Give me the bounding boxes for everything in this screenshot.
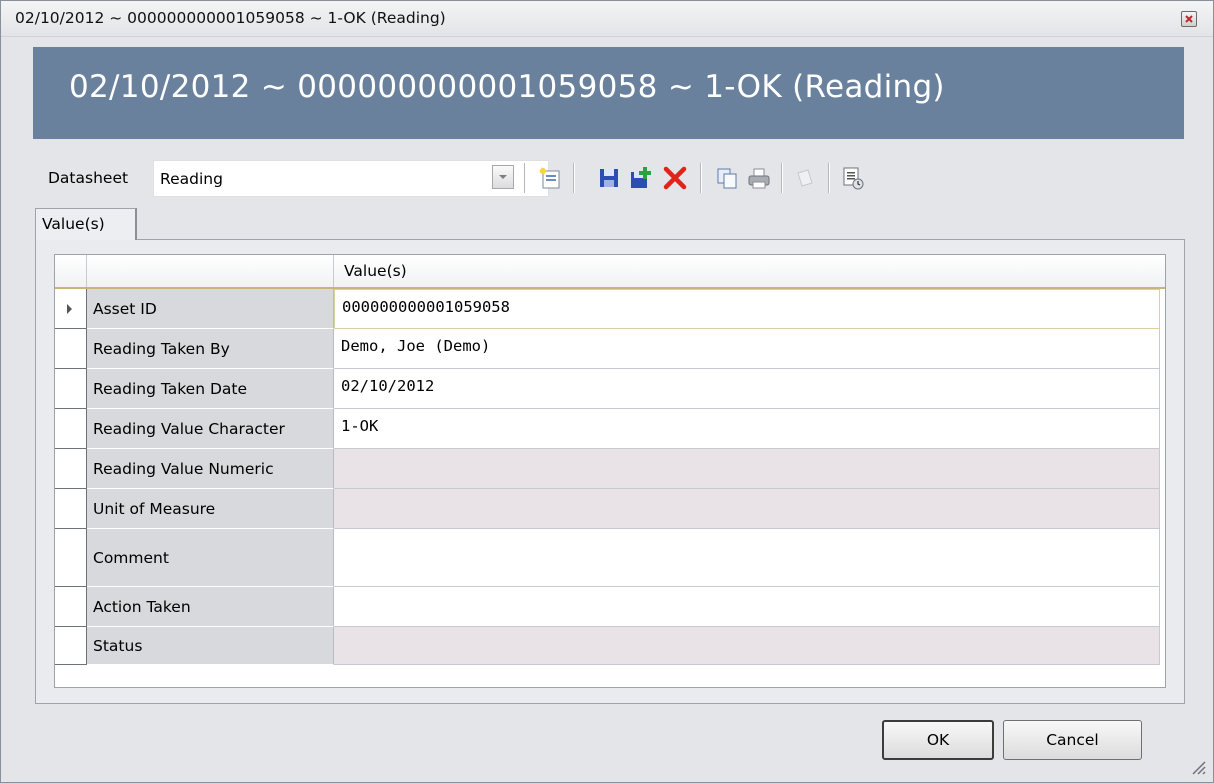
row-label: Reading Value Character <box>87 409 334 449</box>
toolbar-separator <box>828 163 829 193</box>
toolbar-separator <box>781 163 782 193</box>
row-selector[interactable] <box>55 587 87 627</box>
chevron-down-icon <box>499 175 507 179</box>
unit-of-measure-field[interactable] <box>334 489 1160 529</box>
datasheet-label: Datasheet <box>48 169 129 187</box>
datasheet-toolbar: Datasheet Reading <box>37 159 1187 199</box>
new-record-icon <box>539 167 560 189</box>
row-label: Status <box>87 627 334 665</box>
grid-header: Value(s) <box>55 255 1165 289</box>
header-values-cell[interactable]: Value(s) <box>334 255 1165 287</box>
grid-row-action-taken[interactable]: Action Taken <box>55 587 1165 627</box>
row-selector[interactable] <box>55 489 87 529</box>
toolbar-separator <box>524 163 525 193</box>
header-label-cell <box>87 255 334 287</box>
ok-button[interactable]: OK <box>882 720 994 760</box>
copy-button[interactable] <box>713 164 741 192</box>
row-selector[interactable] <box>55 627 87 665</box>
reading-value-character-field[interactable]: 1-OK <box>334 409 1160 449</box>
delete-button[interactable] <box>661 164 689 192</box>
row-label: Asset ID <box>87 289 334 329</box>
values-grid: Value(s) Asset ID 000000000001059058 Rea… <box>54 254 1166 688</box>
save-and-new-button[interactable] <box>627 164 655 192</box>
reports-button[interactable] <box>839 164 867 192</box>
window-title: 02/10/2012 ~ 000000000001059058 ~ 1-OK (… <box>15 9 446 27</box>
grid-row-reading-value-character[interactable]: Reading Value Character 1-OK <box>55 409 1165 449</box>
row-label: Action Taken <box>87 587 334 627</box>
row-label: Reading Taken By <box>87 329 334 369</box>
reports-icon <box>843 167 864 190</box>
row-selector[interactable] <box>55 369 87 409</box>
row-selector[interactable] <box>55 329 87 369</box>
save-button[interactable] <box>595 164 623 192</box>
reading-value-numeric-field[interactable] <box>334 449 1160 489</box>
cancel-button[interactable]: Cancel <box>1003 720 1142 760</box>
grid-row-reading-value-numeric[interactable]: Reading Value Numeric <box>55 449 1165 489</box>
print-icon <box>748 168 770 189</box>
disabled-toolbar-button[interactable] <box>791 164 819 192</box>
comment-field[interactable] <box>334 529 1160 587</box>
row-label: Reading Taken Date <box>87 369 334 409</box>
new-record-button[interactable] <box>536 164 564 192</box>
header-selector-cell <box>55 255 87 287</box>
row-selector[interactable] <box>55 409 87 449</box>
save-and-new-icon <box>631 167 651 188</box>
row-label: Unit of Measure <box>87 489 334 529</box>
row-label: Reading Value Numeric <box>87 449 334 489</box>
grid-row-reading-taken-date[interactable]: Reading Taken Date 02/10/2012 <box>55 369 1165 409</box>
toolbar-separator <box>573 163 574 193</box>
close-icon <box>1185 15 1193 23</box>
datasheet-dropdown-button[interactable] <box>492 165 514 189</box>
current-row-arrow-icon <box>67 304 72 314</box>
tab-label: Value(s) <box>42 215 105 233</box>
tab-values[interactable]: Value(s) <box>35 208 137 241</box>
resize-grip-icon[interactable] <box>1187 756 1207 776</box>
save-icon <box>600 169 618 187</box>
disabled-item-icon <box>797 169 813 187</box>
datasheet-selected-value: Reading <box>160 170 223 188</box>
print-button[interactable] <box>745 164 773 192</box>
record-title: 02/10/2012 ~ 000000000001059058 ~ 1-OK (… <box>69 69 945 105</box>
tab-panel: Value(s) Asset ID 000000000001059058 Rea… <box>35 240 1185 704</box>
grid-row-status[interactable]: Status <box>55 627 1165 665</box>
record-header: 02/10/2012 ~ 000000000001059058 ~ 1-OK (… <box>33 47 1184 139</box>
grid-row-unit-of-measure[interactable]: Unit of Measure <box>55 489 1165 529</box>
reading-taken-by-field[interactable]: Demo, Joe (Demo) <box>334 329 1160 369</box>
copy-icon <box>717 168 737 189</box>
reading-taken-date-field[interactable]: 02/10/2012 <box>334 369 1160 409</box>
dialog-window: 02/10/2012 ~ 000000000001059058 ~ 1-OK (… <box>0 0 1214 783</box>
row-selector[interactable] <box>55 289 87 329</box>
datasheet-select[interactable]: Reading <box>153 160 549 197</box>
asset-id-field[interactable]: 000000000001059058 <box>334 289 1160 329</box>
grid-row-asset-id[interactable]: Asset ID 000000000001059058 <box>55 289 1165 329</box>
toolbar-separator <box>700 163 701 193</box>
row-selector[interactable] <box>55 449 87 489</box>
grid-row-comment[interactable]: Comment <box>55 529 1165 587</box>
row-selector[interactable] <box>55 529 87 587</box>
status-field[interactable] <box>334 627 1160 665</box>
close-button[interactable] <box>1181 11 1197 27</box>
title-bar[interactable]: 02/10/2012 ~ 000000000001059058 ~ 1-OK (… <box>1 1 1213 37</box>
tab-strip: Value(s) <box>35 208 1185 241</box>
row-label: Comment <box>87 529 334 587</box>
action-taken-field[interactable] <box>334 587 1160 627</box>
delete-icon <box>663 166 687 190</box>
grid-row-reading-taken-by[interactable]: Reading Taken By Demo, Joe (Demo) <box>55 329 1165 369</box>
